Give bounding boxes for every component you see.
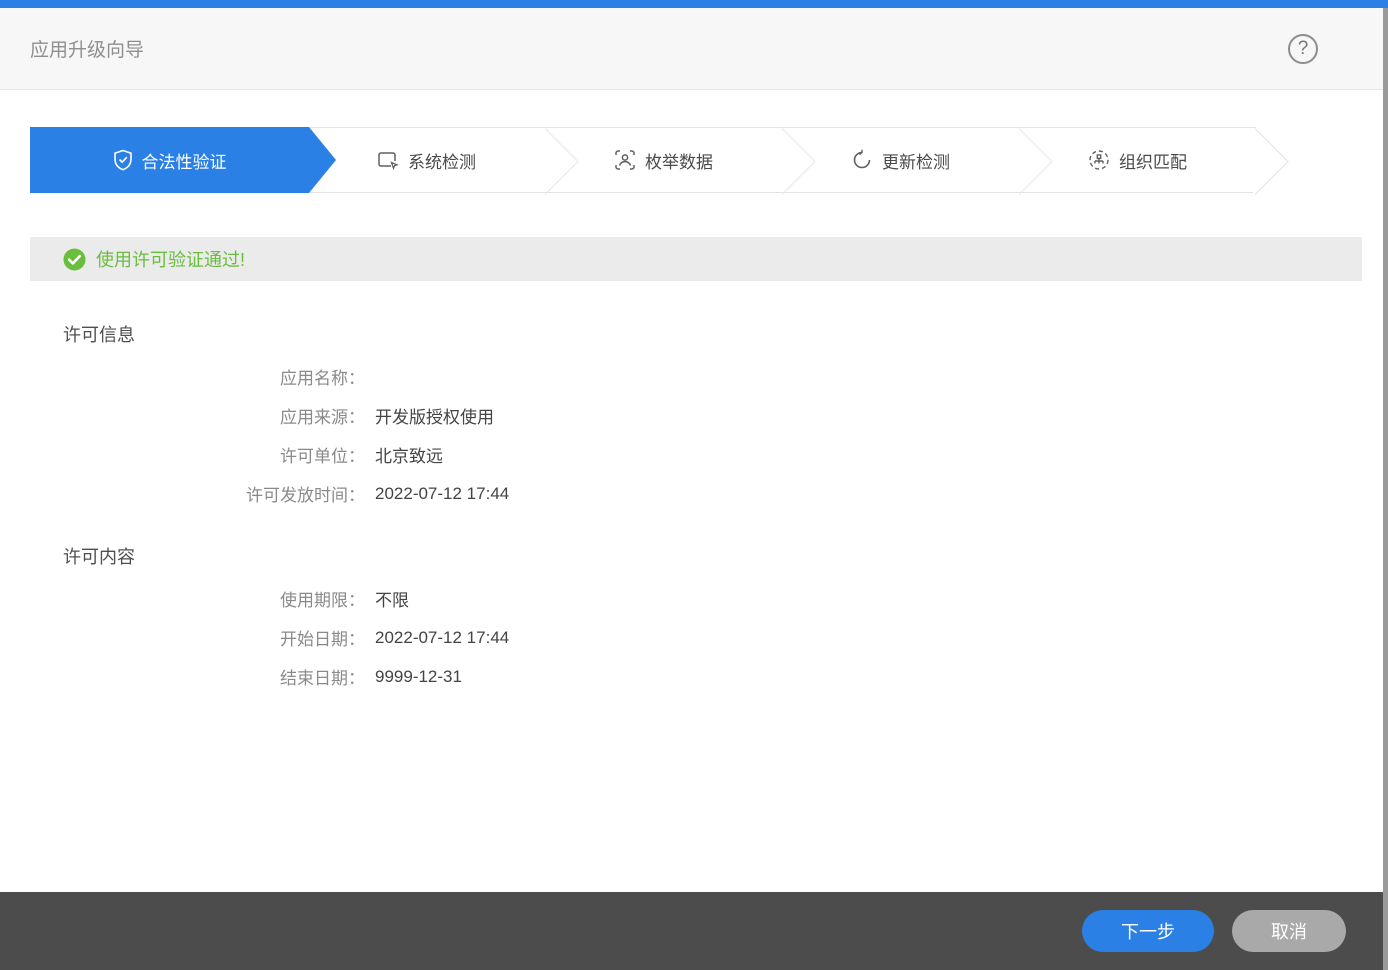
help-button[interactable]: ?: [1288, 33, 1318, 64]
shield-check-icon: [113, 149, 133, 171]
question-icon: ?: [1297, 37, 1309, 59]
row-label: 许可单位：: [280, 447, 365, 466]
row-value: 开发版授权使用: [375, 408, 494, 427]
row-label: 开始日期：: [280, 630, 365, 649]
step-label: 组织匹配: [1119, 152, 1187, 172]
section-title-license-info: 许可信息: [63, 325, 135, 345]
wizard-header: 应用升级向导 ?: [0, 8, 1388, 90]
license-info-rows: 应用名称： 应用来源： 开发版授权使用 许可单位： 北京致远 许可发放时间： 2…: [0, 357, 1383, 513]
step-legality-check[interactable]: 合法性验证: [31, 128, 308, 192]
row-value: 2022-07-12 17:44: [375, 627, 510, 647]
page-title: 应用升级向导: [30, 40, 145, 61]
row-value: 2022-07-12 17:44: [375, 483, 510, 503]
info-row-licensor: 许可单位： 北京致远: [0, 435, 1383, 474]
info-row-app-name: 应用名称：: [0, 357, 1383, 396]
top-accent-bar: [0, 0, 1388, 8]
cancel-button[interactable]: 取消: [1232, 910, 1346, 952]
step-update-check[interactable]: 更新检测: [782, 128, 1019, 192]
step-org-match[interactable]: 组织匹配: [1019, 128, 1256, 192]
step-label: 系统检测: [408, 152, 476, 172]
wizard-footer: 下一步 取消: [0, 892, 1383, 970]
info-row-app-source: 应用来源： 开发版授权使用: [0, 396, 1383, 435]
row-label: 应用来源：: [280, 408, 365, 427]
check-circle-icon: [63, 248, 86, 271]
monitor-cursor-icon: [377, 149, 399, 171]
row-label: 许可发放时间：: [246, 486, 365, 505]
license-success-banner: 使用许可验证通过!: [30, 237, 1362, 281]
row-label: 结束日期：: [280, 669, 365, 688]
step-enumerate-data[interactable]: 枚举数据: [545, 128, 782, 192]
content-row-end-date: 结束日期： 9999-12-31: [0, 657, 1383, 696]
row-value: 北京致远: [375, 447, 443, 466]
license-content-rows: 使用期限： 不限 开始日期： 2022-07-12 17:44 结束日期： 99…: [0, 579, 1383, 696]
step-label: 枚举数据: [645, 152, 713, 172]
right-scrollbar-track: [1383, 8, 1388, 970]
row-label: 应用名称：: [280, 369, 365, 388]
org-match-icon: [1088, 149, 1110, 171]
row-value: 不限: [375, 591, 409, 610]
step-progress-bar: 合法性验证 系统检测 枚举数据 更新检测 组织匹配: [30, 127, 1256, 193]
step-label: 更新检测: [882, 152, 950, 172]
row-label: 使用期限：: [280, 591, 365, 610]
wizard-body: 合法性验证 系统检测 枚举数据 更新检测 组织匹配 使用许可验证通过! 许可信息…: [0, 91, 1383, 892]
info-row-issue-time: 许可发放时间： 2022-07-12 17:44: [0, 474, 1383, 513]
refresh-icon: [851, 149, 873, 171]
content-row-term: 使用期限： 不限: [0, 579, 1383, 618]
step-label: 合法性验证: [141, 152, 227, 172]
section-title-license-content: 许可内容: [63, 547, 135, 567]
next-step-button[interactable]: 下一步: [1082, 910, 1214, 952]
step-system-check[interactable]: 系统检测: [308, 128, 545, 192]
face-scan-icon: [614, 149, 636, 171]
row-value: 9999-12-31: [375, 666, 462, 686]
content-row-start-date: 开始日期： 2022-07-12 17:44: [0, 618, 1383, 657]
banner-text: 使用许可验证通过!: [96, 250, 246, 270]
